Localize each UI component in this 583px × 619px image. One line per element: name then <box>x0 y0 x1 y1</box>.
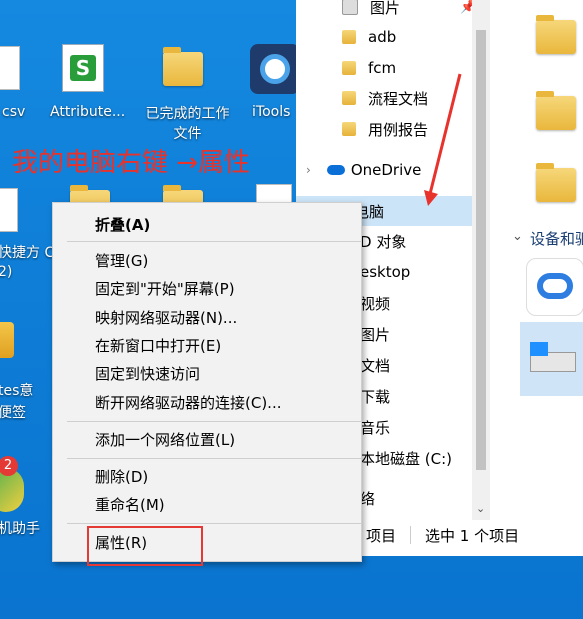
content-pane: ⌄ 设备和驱 <box>496 0 583 520</box>
menu-item-add-network-location[interactable]: 添加一个网络位置(L) <box>53 426 361 454</box>
scrollbar-thumb[interactable] <box>476 30 486 470</box>
nav-item-adb[interactable]: adb <box>296 22 480 52</box>
properties-highlight-box <box>87 526 203 566</box>
menu-item-collapse[interactable]: 折叠(A) <box>53 211 361 239</box>
scroll-down-icon[interactable]: ⌄ <box>476 502 485 515</box>
nav-item-label: 文档 <box>360 356 391 375</box>
status-item-count: 项目 <box>366 526 397 545</box>
desktop-icon-label-num[interactable]: 2) <box>0 264 12 280</box>
image-folder-icon <box>342 0 358 15</box>
devices-section-label: 设备和驱 <box>530 230 583 248</box>
desktop-icon-label-notes[interactable]: tes意 便签 <box>0 380 33 424</box>
folder-icon <box>342 91 356 105</box>
menu-separator <box>67 241 361 242</box>
drive-tile[interactable] <box>520 322 583 396</box>
document-folder-icon[interactable] <box>536 91 576 130</box>
desktop-icon-label-shortcut[interactable]: 快捷方 C <box>0 242 54 262</box>
excel-file-icon[interactable]: S <box>62 44 104 92</box>
status-divider <box>410 526 412 544</box>
red-arrow <box>424 73 462 206</box>
menu-item-disconnect-network-drive[interactable]: 断开网络驱动器的连接(C)... <box>53 389 361 417</box>
nav-item-label: OneDrive <box>350 161 422 179</box>
menu-separator <box>67 421 361 422</box>
nav-item-label: 音乐 <box>360 418 391 437</box>
folder-icon <box>342 30 356 44</box>
csv-file-icon[interactable] <box>0 46 20 90</box>
nav-item-label: adb <box>368 28 397 46</box>
nav-item-label: 图片 <box>370 0 401 17</box>
nav-item-label: 下载 <box>360 387 391 406</box>
shortcut-file-icon[interactable] <box>0 188 18 232</box>
chevron-down-icon[interactable]: ⌄ <box>512 229 523 244</box>
desktop-icon-label-completed[interactable]: 已完成的工作 文件 <box>140 104 235 144</box>
menu-item-pin-to-start[interactable]: 固定到"开始"屏幕(P) <box>53 275 361 303</box>
chevron-right-icon[interactable]: › <box>306 163 311 177</box>
video-folder-icon[interactable] <box>536 15 576 54</box>
menu-item-rename[interactable]: 重命名(M) <box>53 491 361 519</box>
menu-item-delete[interactable]: 删除(D) <box>53 463 361 491</box>
nav-item-label: 图片 <box>360 325 391 344</box>
desktop-icon-label-csv[interactable]: csv <box>2 104 25 120</box>
menu-item-pin-quick-access[interactable]: 固定到快速访问 <box>53 360 361 388</box>
nav-item-pictures-quick[interactable]: 图片 📌 <box>296 0 480 22</box>
menu-separator <box>67 458 361 459</box>
folder-icon <box>342 61 356 75</box>
status-selected: 选中 1 个项目 <box>425 526 520 545</box>
nav-scrollbar[interactable]: ⌄ <box>472 0 490 520</box>
annotation-text: 我的电脑右键 →属性 <box>12 148 251 178</box>
desktop-icon-label-phone[interactable]: 机助手 <box>0 518 40 538</box>
cloud-icon <box>326 165 345 175</box>
music-folder-icon[interactable] <box>536 163 576 202</box>
notes-icon[interactable] <box>0 322 14 358</box>
itools-icon[interactable] <box>250 44 300 94</box>
baidu-netdisk-icon[interactable] <box>526 258 583 316</box>
nav-item-label: 视频 <box>360 294 391 313</box>
desktop-icon-label-itools[interactable]: iTools <box>252 104 290 120</box>
menu-item-map-network-drive[interactable]: 映射网络驱动器(N)... <box>53 304 361 332</box>
folder-icon <box>342 122 356 136</box>
desktop-icon-label-attribute[interactable]: Attribute... <box>50 104 125 120</box>
nav-item-label: D 对象 <box>360 232 407 251</box>
context-menu: 折叠(A) 管理(G) 固定到"开始"屏幕(P) 映射网络驱动器(N)... 在… <box>52 202 362 562</box>
menu-item-open-new-window[interactable]: 在新窗口中打开(E) <box>53 332 361 360</box>
nav-item-label: esktop <box>360 263 411 281</box>
nav-item-label: fcm <box>368 59 397 77</box>
menu-separator <box>67 523 361 524</box>
folder-icon[interactable] <box>163 47 203 86</box>
menu-item-manage[interactable]: 管理(G) <box>53 247 361 275</box>
nav-item-label: 本地磁盘 (C:) <box>360 449 452 468</box>
nav-item-label: 络 <box>360 489 376 508</box>
